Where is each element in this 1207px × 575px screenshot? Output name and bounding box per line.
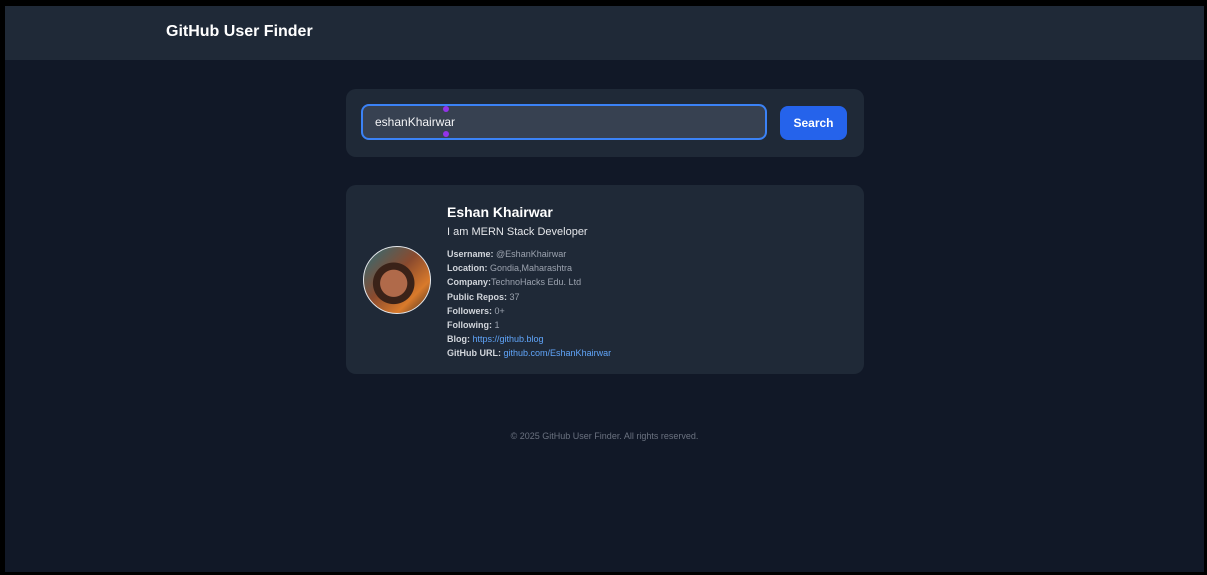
github-url-row: GitHub URL: github.com/EshanKhairwar	[447, 346, 847, 360]
profile-info: Eshan Khairwar I am MERN Stack Developer…	[447, 205, 847, 361]
blog-link[interactable]: https://github.blog	[473, 334, 544, 344]
profile-bio: I am MERN Stack Developer	[447, 226, 588, 238]
followers-value: 0+	[494, 305, 505, 316]
github-url-link[interactable]: github.com/EshanKhairwar	[504, 348, 612, 358]
location-row: Location: Gondia,Maharashtra	[447, 261, 847, 275]
app-frame: GitHub User Finder Search Eshan Khairwar…	[5, 6, 1204, 572]
username-label: Username:	[447, 249, 494, 259]
location-label: Location:	[447, 263, 488, 274]
search-input[interactable]	[361, 104, 767, 140]
following-value: 1	[494, 320, 500, 331]
public-repos-row: Public Repos: 37	[447, 290, 847, 304]
followers-row: Followers: 0+	[447, 304, 847, 318]
profile-name: Eshan Khairwar	[447, 204, 553, 220]
app-title: GitHub User Finder	[166, 23, 313, 40]
public-repos-label: Public Repos:	[447, 291, 508, 302]
profile-details: Username: @EshanKhairwar Location: Gondi…	[447, 247, 847, 361]
blog-label: Blog:	[447, 334, 470, 345]
text-cursor-top-icon	[443, 106, 449, 112]
company-row: Company:TechnoHacks Edu. Ltd	[447, 275, 847, 289]
following-row: Following: 1	[447, 318, 847, 332]
top-navbar: GitHub User Finder	[5, 6, 1204, 60]
profile-card: Eshan Khairwar I am MERN Stack Developer…	[346, 185, 864, 374]
github-url-label: GitHub URL:	[447, 348, 501, 359]
text-cursor-icon	[443, 106, 449, 137]
search-button[interactable]: Search	[780, 106, 847, 140]
search-card: Search	[346, 89, 864, 157]
avatar	[363, 246, 431, 314]
company-label: Company:	[447, 277, 492, 288]
company-value: TechnoHacks Edu. Ltd	[491, 277, 582, 288]
footer-text: © 2025 GitHub User Finder. All rights re…	[510, 431, 699, 441]
public-repos-value: 37	[509, 291, 520, 302]
text-cursor-bottom-icon	[443, 131, 449, 137]
username-row: Username: @EshanKhairwar	[447, 247, 847, 261]
location-value: Gondia,Maharashtra	[490, 263, 573, 274]
followers-label: Followers:	[447, 305, 493, 316]
username-value: @EshanKhairwar	[496, 249, 567, 259]
following-label: Following:	[447, 320, 492, 331]
blog-row: Blog: https://github.blog	[447, 332, 847, 346]
